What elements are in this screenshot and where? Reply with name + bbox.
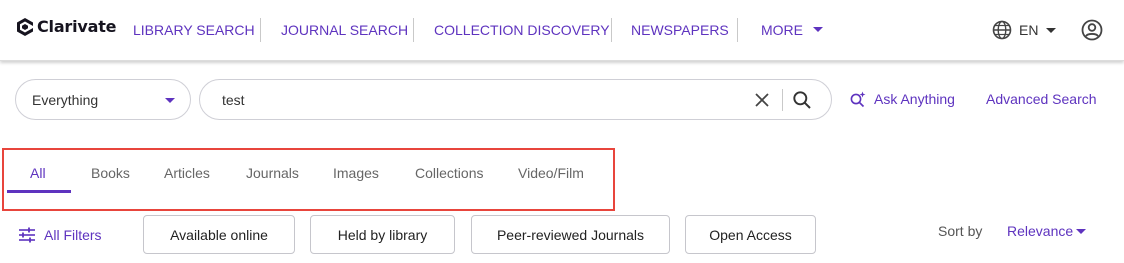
top-header: Clarivate LIBRARY SEARCH JOURNAL SEARCH … — [0, 0, 1124, 61]
brand-name: Clarivate — [37, 17, 117, 36]
ask-anything-button[interactable]: Ask Anything — [849, 90, 955, 108]
filter-sliders-icon — [19, 227, 35, 243]
filter-chip-held-by-library[interactable]: Held by library — [310, 215, 455, 254]
filter-chip-open-access[interactable]: Open Access — [685, 215, 816, 254]
nav-collection-discovery[interactable]: COLLECTION DISCOVERY — [434, 22, 610, 38]
active-tab-indicator — [7, 190, 71, 193]
search-scope-value: Everything — [32, 92, 99, 108]
globe-icon[interactable] — [992, 20, 1012, 40]
nav-newspapers[interactable]: NEWSPAPERS — [631, 22, 729, 38]
more-caret-icon[interactable] — [813, 27, 823, 32]
language-selector[interactable]: EN — [1019, 22, 1038, 38]
search-icon[interactable] — [792, 90, 812, 110]
tab-books[interactable]: Books — [91, 165, 130, 181]
tab-collections[interactable]: Collections — [415, 165, 483, 181]
nav-divider — [611, 18, 612, 42]
ai-search-icon — [850, 91, 866, 108]
filter-chip-peer-reviewed[interactable]: Peer-reviewed Journals — [471, 215, 670, 254]
tab-all[interactable]: All — [30, 165, 46, 181]
sort-caret-icon[interactable] — [1076, 229, 1086, 234]
search-box — [199, 79, 832, 120]
sort-dropdown[interactable]: Relevance — [1007, 223, 1073, 239]
tab-articles[interactable]: Articles — [164, 165, 210, 181]
clarivate-logo-icon — [17, 17, 33, 36]
search-scope-dropdown[interactable]: Everything — [15, 79, 191, 120]
search-input[interactable] — [222, 90, 722, 110]
filter-chip-available-online[interactable]: Available online — [143, 215, 295, 254]
nav-divider — [737, 18, 738, 42]
all-filters-label: All Filters — [44, 227, 102, 243]
tab-images[interactable]: Images — [333, 165, 379, 181]
clarivate-logo[interactable]: Clarivate — [17, 17, 117, 36]
ask-anything-label: Ask Anything — [874, 91, 955, 107]
chevron-down-icon — [165, 98, 175, 103]
nav-more[interactable]: MORE — [761, 22, 803, 38]
tab-journals[interactable]: Journals — [246, 165, 299, 181]
user-account-icon[interactable] — [1081, 19, 1103, 41]
nav-divider — [413, 18, 414, 42]
language-caret-icon[interactable] — [1046, 28, 1056, 33]
all-filters-button[interactable]: All Filters — [18, 227, 102, 243]
nav-library-search[interactable]: LIBRARY SEARCH — [133, 22, 255, 38]
sort-by-label: Sort by — [938, 223, 983, 239]
nav-divider — [260, 18, 261, 42]
advanced-search-link[interactable]: Advanced Search — [986, 91, 1097, 107]
clear-icon[interactable] — [753, 91, 771, 109]
nav-journal-search[interactable]: JOURNAL SEARCH — [281, 22, 408, 38]
tab-video-film[interactable]: Video/Film — [518, 165, 584, 181]
search-divider — [782, 89, 783, 111]
